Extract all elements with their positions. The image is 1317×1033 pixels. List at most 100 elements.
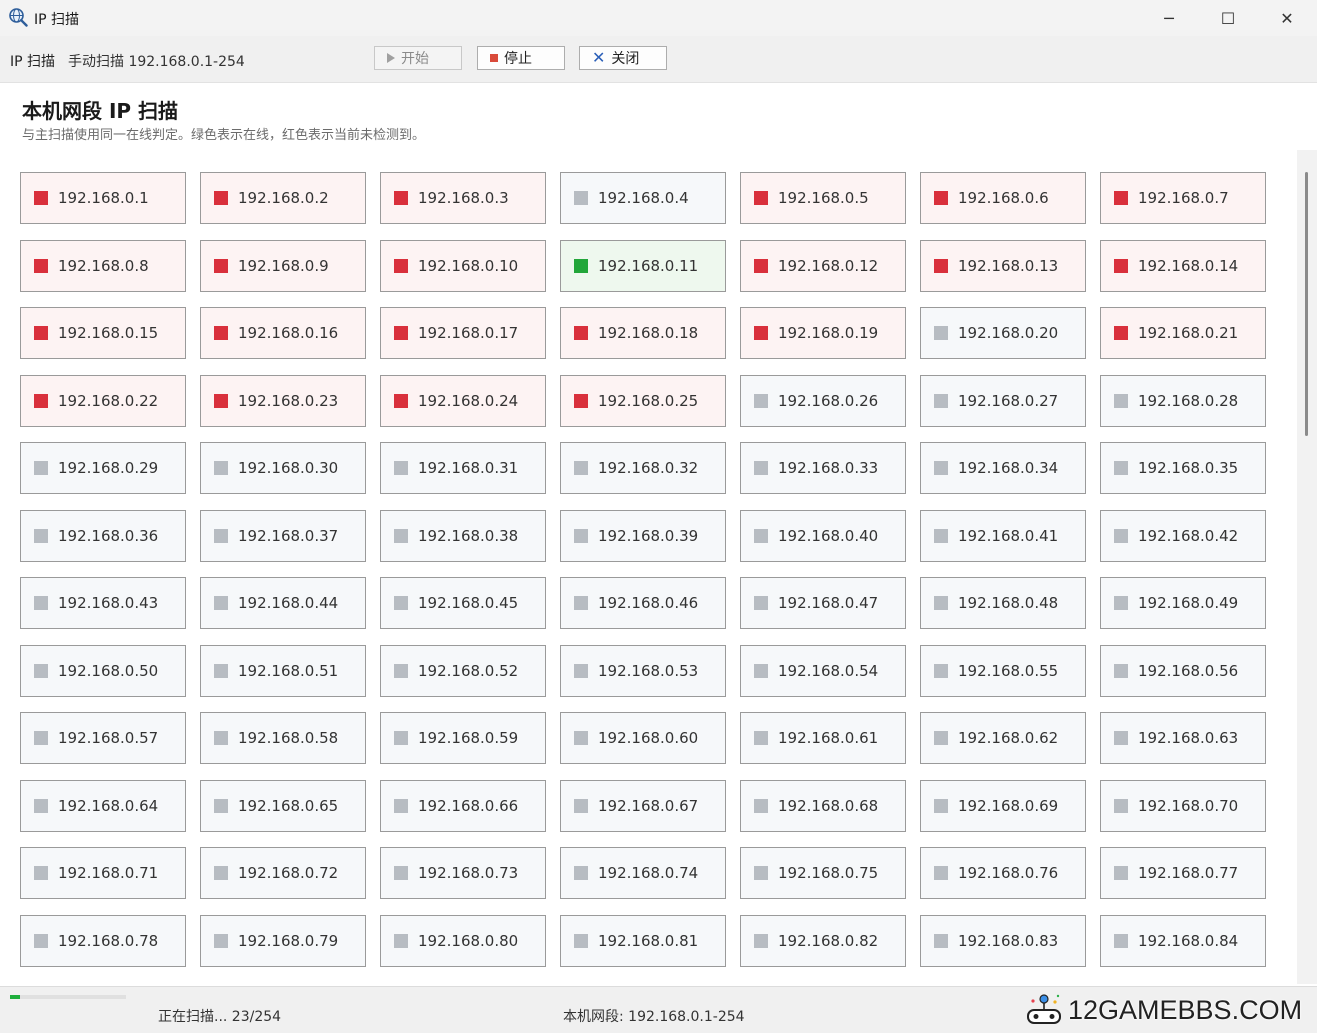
host-cell[interactable]: 192.168.0.49 xyxy=(1100,577,1266,629)
host-cell[interactable]: 192.168.0.32 xyxy=(560,442,726,494)
host-cell[interactable]: 192.168.0.36 xyxy=(20,509,186,562)
host-cell[interactable]: 192.168.0.83 xyxy=(920,914,1086,967)
host-cell[interactable]: 192.168.0.10 xyxy=(380,239,546,292)
host-cell[interactable]: 192.168.0.39 xyxy=(560,509,726,562)
host-cell[interactable]: 192.168.0.79 xyxy=(200,914,366,967)
host-cell[interactable]: 192.168.0.43 xyxy=(20,577,186,629)
host-cell[interactable]: 192.168.0.21 xyxy=(1100,307,1266,359)
host-cell[interactable]: 192.168.0.42 xyxy=(1100,509,1266,562)
stop-button[interactable]: 停止 xyxy=(477,46,565,70)
host-cell[interactable]: 192.168.0.65 xyxy=(200,779,366,832)
status-square-icon xyxy=(934,258,948,273)
host-cell[interactable]: 192.168.0.59 xyxy=(380,712,546,764)
status-square-icon xyxy=(574,663,588,678)
host-ip-label: 192.168.0.50 xyxy=(58,661,159,680)
host-ip-label: 192.168.0.76 xyxy=(958,864,1059,882)
host-cell[interactable]: 192.168.0.18 xyxy=(560,307,726,359)
host-cell[interactable]: 192.168.0.26 xyxy=(740,374,906,427)
host-cell[interactable]: 192.168.0.28 xyxy=(1100,374,1266,427)
status-square-icon xyxy=(394,596,408,610)
host-cell[interactable]: 192.168.0.63 xyxy=(1100,712,1266,764)
host-cell[interactable]: 192.168.0.7 xyxy=(1100,172,1266,224)
host-cell[interactable]: 192.168.0.9 xyxy=(200,239,366,292)
host-cell[interactable]: 192.168.0.5 xyxy=(740,172,906,224)
play-icon xyxy=(387,53,395,63)
host-cell[interactable]: 192.168.0.14 xyxy=(1100,239,1266,292)
host-cell[interactable]: 192.168.0.46 xyxy=(560,577,726,629)
host-cell[interactable]: 192.168.0.76 xyxy=(920,847,1086,899)
host-cell[interactable]: 192.168.0.57 xyxy=(20,712,186,764)
host-cell[interactable]: 192.168.0.72 xyxy=(200,847,366,899)
host-cell[interactable]: 192.168.0.20 xyxy=(920,307,1086,359)
host-cell[interactable]: 192.168.0.56 xyxy=(1100,644,1266,697)
host-cell[interactable]: 192.168.0.41 xyxy=(920,509,1086,562)
host-cell[interactable]: 192.168.0.12 xyxy=(740,239,906,292)
close-button[interactable]: ✕ 关闭 xyxy=(579,46,667,70)
host-cell[interactable]: 192.168.0.64 xyxy=(20,779,186,832)
host-cell[interactable]: 192.168.0.84 xyxy=(1100,914,1266,967)
host-cell[interactable]: 192.168.0.13 xyxy=(920,239,1086,292)
scrollbar-thumb[interactable] xyxy=(1305,172,1308,436)
host-cell[interactable]: 192.168.0.8 xyxy=(20,239,186,292)
host-cell[interactable]: 192.168.0.51 xyxy=(200,644,366,697)
host-cell[interactable]: 192.168.0.50 xyxy=(20,644,186,697)
host-cell[interactable]: 192.168.0.40 xyxy=(740,509,906,562)
host-cell[interactable]: 192.168.0.17 xyxy=(380,307,546,359)
host-grid-viewport[interactable]: 192.168.0.1 192.168.0.2 192.168.0.3 192.168… xyxy=(0,150,1296,984)
host-cell[interactable]: 192.168.0.6 xyxy=(920,172,1086,224)
host-cell[interactable]: 192.168.0.31 xyxy=(380,442,546,494)
host-cell[interactable]: 192.168.0.15 xyxy=(20,307,186,359)
host-cell[interactable]: 192.168.0.37 xyxy=(200,509,366,562)
host-cell[interactable]: 192.168.0.58 xyxy=(200,712,366,764)
host-cell[interactable]: 192.168.0.11 xyxy=(560,239,726,292)
host-ip-label: 192.168.0.25 xyxy=(598,391,699,410)
host-cell[interactable]: 192.168.0.73 xyxy=(380,847,546,899)
host-cell[interactable]: 192.168.0.66 xyxy=(380,779,546,832)
host-cell[interactable]: 192.168.0.23 xyxy=(200,374,366,427)
start-button[interactable]: 开始 xyxy=(374,46,462,70)
host-cell[interactable]: 192.168.0.4 xyxy=(560,172,726,224)
host-cell[interactable]: 192.168.0.53 xyxy=(560,644,726,697)
host-cell[interactable]: 192.168.0.70 xyxy=(1100,779,1266,832)
host-cell[interactable]: 192.168.0.16 xyxy=(200,307,366,359)
host-cell[interactable]: 192.168.0.24 xyxy=(380,374,546,427)
close-window-button[interactable]: ✕ xyxy=(1258,0,1316,36)
host-cell[interactable]: 192.168.0.55 xyxy=(920,644,1086,697)
minimize-button[interactable]: ─ xyxy=(1140,0,1198,36)
host-cell[interactable]: 192.168.0.19 xyxy=(740,307,906,359)
host-cell[interactable]: 192.168.0.3 xyxy=(380,172,546,224)
host-cell[interactable]: 192.168.0.52 xyxy=(380,644,546,697)
host-cell[interactable]: 192.168.0.35 xyxy=(1100,442,1266,494)
host-cell[interactable]: 192.168.0.54 xyxy=(740,644,906,697)
host-cell[interactable]: 192.168.0.44 xyxy=(200,577,366,629)
host-cell[interactable]: 192.168.0.67 xyxy=(560,779,726,832)
host-cell[interactable]: 192.168.0.74 xyxy=(560,847,726,899)
host-cell[interactable]: 192.168.0.80 xyxy=(380,914,546,967)
host-cell[interactable]: 192.168.0.78 xyxy=(20,914,186,967)
host-cell[interactable]: 192.168.0.33 xyxy=(740,442,906,494)
host-cell[interactable]: 192.168.0.81 xyxy=(560,914,726,967)
host-cell[interactable]: 192.168.0.75 xyxy=(740,847,906,899)
host-cell[interactable]: 192.168.0.2 xyxy=(200,172,366,224)
host-cell[interactable]: 192.168.0.29 xyxy=(20,442,186,494)
maximize-button[interactable]: ☐ xyxy=(1199,0,1257,36)
host-cell[interactable]: 192.168.0.82 xyxy=(740,914,906,967)
host-cell[interactable]: 192.168.0.77 xyxy=(1100,847,1266,899)
host-cell[interactable]: 192.168.0.34 xyxy=(920,442,1086,494)
host-ip-label: 192.168.0.36 xyxy=(58,526,159,545)
host-cell[interactable]: 192.168.0.25 xyxy=(560,374,726,427)
host-cell[interactable]: 192.168.0.47 xyxy=(740,577,906,629)
host-cell[interactable]: 192.168.0.61 xyxy=(740,712,906,764)
host-cell[interactable]: 192.168.0.22 xyxy=(20,374,186,427)
host-cell[interactable]: 192.168.0.62 xyxy=(920,712,1086,764)
host-cell[interactable]: 192.168.0.48 xyxy=(920,577,1086,629)
host-cell[interactable]: 192.168.0.30 xyxy=(200,442,366,494)
host-cell[interactable]: 192.168.0.27 xyxy=(920,374,1086,427)
host-cell[interactable]: 192.168.0.69 xyxy=(920,779,1086,832)
host-cell[interactable]: 192.168.0.71 xyxy=(20,847,186,899)
host-cell[interactable]: 192.168.0.1 xyxy=(20,172,186,224)
host-cell[interactable]: 192.168.0.68 xyxy=(740,779,906,832)
host-cell[interactable]: 192.168.0.38 xyxy=(380,509,546,562)
host-cell[interactable]: 192.168.0.60 xyxy=(560,712,726,764)
host-cell[interactable]: 192.168.0.45 xyxy=(380,577,546,629)
